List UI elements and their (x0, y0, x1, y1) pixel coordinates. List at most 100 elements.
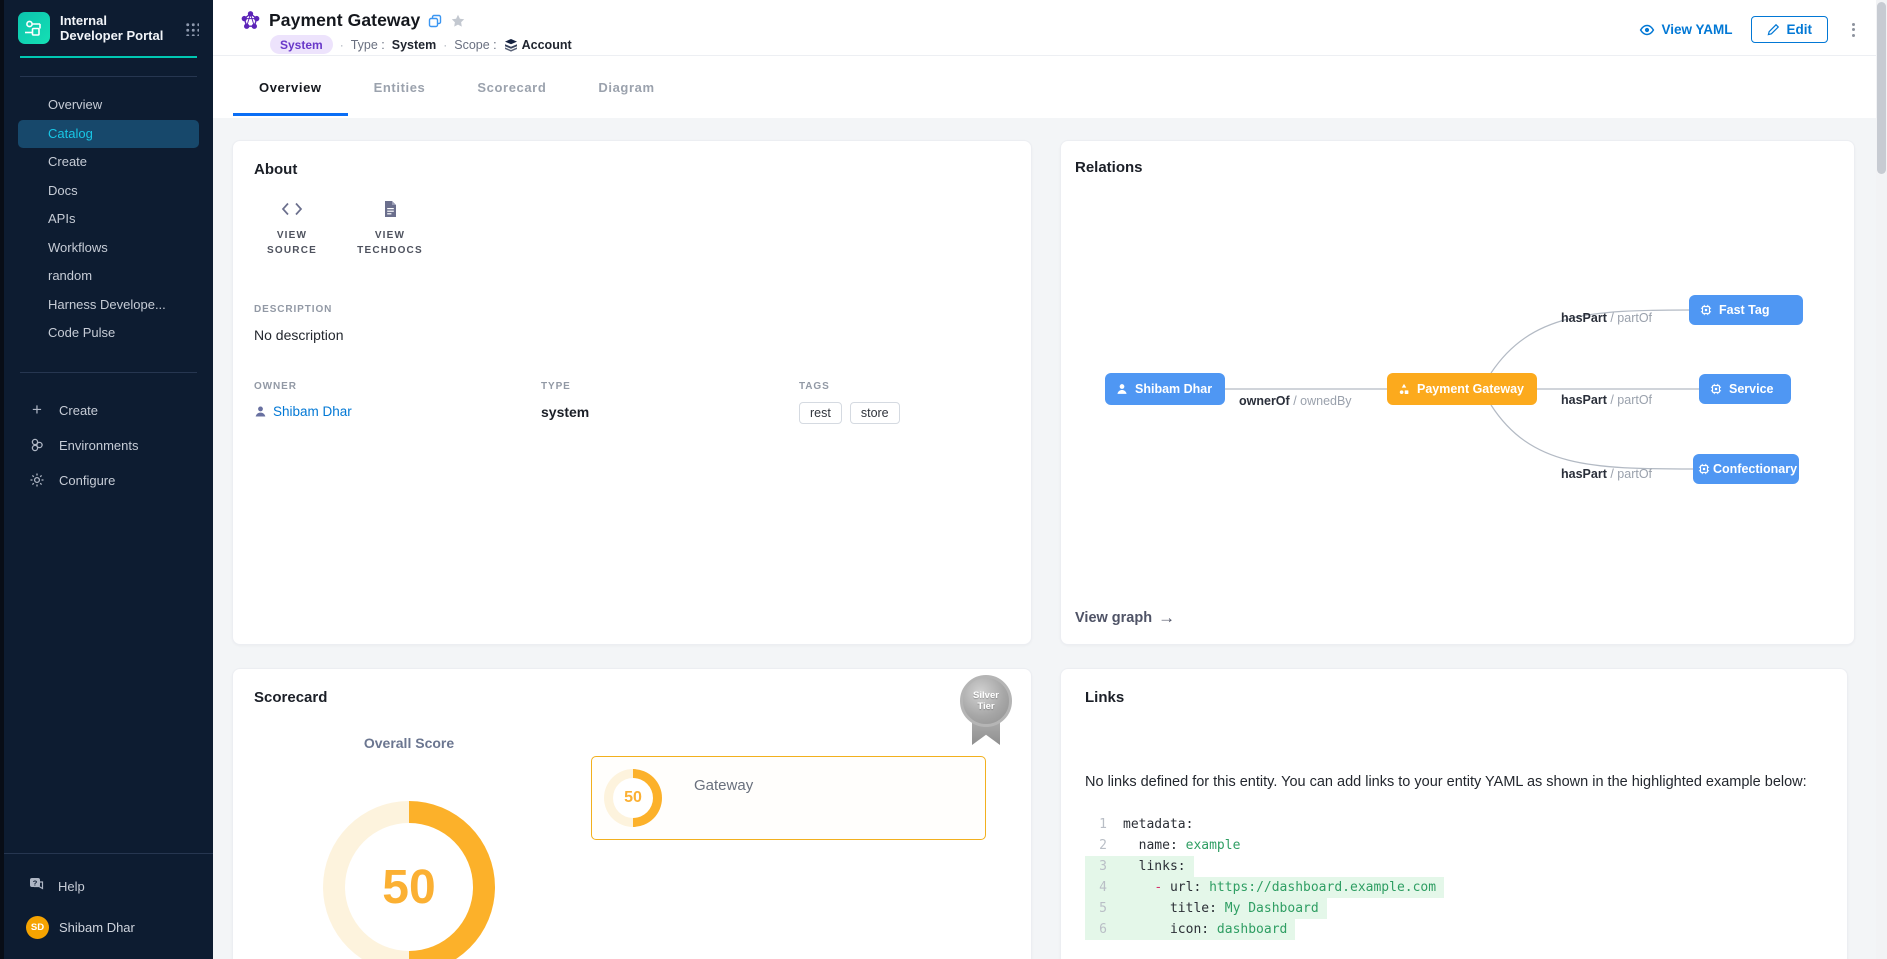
sidebar-nav: OverviewCatalogCreateDocsAPIsWorkflowsra… (4, 91, 213, 348)
tab-entities[interactable]: Entities (348, 56, 452, 118)
edge-label-haspart-2: hasPart / partOf (1561, 393, 1652, 407)
sidebar-item-create[interactable]: Create (18, 148, 199, 177)
view-techdocs-button[interactable]: VIEW TECHDOCS (352, 198, 428, 258)
links-title: Links (1085, 689, 1823, 706)
sidebar-item-apis[interactable]: APIs (18, 205, 199, 234)
relations-card: Relations Shibam Dhar (1060, 140, 1855, 645)
sidebar-environments-button[interactable]: Environments (4, 428, 213, 463)
plus-icon: + (28, 400, 46, 420)
scope-label: Scope : (454, 38, 496, 52)
sidebar-item-code-pulse[interactable]: Code Pulse (18, 319, 199, 348)
page-title: Payment Gateway (269, 10, 420, 31)
sidebar-create-button[interactable]: + Create (4, 393, 213, 428)
description-value: No description (254, 327, 1010, 343)
graph-node-payment-gateway[interactable]: Payment Gateway (1387, 373, 1537, 405)
app-grid-icon[interactable] (184, 21, 199, 36)
scorecard-title: Scorecard (254, 689, 1010, 706)
tab-scorecard[interactable]: Scorecard (451, 56, 572, 118)
code-line-3: 3 links: (1085, 856, 1823, 877)
kind-badge: System (270, 35, 333, 54)
help-icon: ? (28, 876, 45, 896)
overall-score-label: Overall Score (323, 735, 495, 751)
avatar: SD (26, 916, 49, 939)
user-menu[interactable]: SD Shibam Dhar (4, 902, 213, 959)
gateway-score-donut: 50 (604, 769, 662, 827)
person-icon (254, 405, 267, 418)
links-empty-text: No links defined for this entity. You ca… (1085, 772, 1823, 792)
sidebar-configure-button[interactable]: Configure (4, 463, 213, 498)
type-field-value: system (541, 404, 799, 420)
type-field-label: TYPE (541, 381, 799, 392)
tag-chip-store[interactable]: store (850, 402, 900, 424)
graph-node-confectionary[interactable]: Confectionary (1693, 454, 1799, 484)
sidebar-item-harness-develope[interactable]: Harness Develope... (18, 291, 199, 320)
chip-icon (1699, 303, 1713, 317)
code-line-6: 6 icon: dashboard (1085, 919, 1823, 940)
chip-icon (1709, 382, 1723, 396)
scrollbar-thumb[interactable] (1877, 2, 1886, 174)
page-scrollbar (1876, 0, 1887, 959)
edge-label-haspart-3: hasPart / partOf (1561, 467, 1652, 481)
gateway-tile-name: Gateway (694, 777, 753, 827)
owner-label: OWNER (254, 381, 541, 392)
tabbar: OverviewEntitiesScorecardDiagram (213, 56, 1887, 118)
footer-divider (4, 853, 213, 854)
logo-divider (20, 56, 197, 58)
tags-label: TAGS (799, 381, 1010, 392)
sidebar-item-overview[interactable]: Overview (18, 91, 199, 120)
circuit-icon (23, 17, 45, 39)
shapes-icon (1397, 382, 1411, 396)
about-card: About VIEW SOURCE (232, 140, 1032, 645)
about-title: About (254, 161, 1010, 178)
code-line-1: 1metadata: (1085, 814, 1823, 835)
scorecard-card: Scorecard Overall Score 50 50 Gateway Si… (232, 668, 1032, 959)
silver-tier-badge: SilverTier (959, 675, 1013, 759)
document-icon (352, 198, 428, 220)
edge-label-haspart-1: hasPart / partOf (1561, 311, 1652, 325)
pencil-icon (1767, 23, 1780, 36)
scope-value: Account (522, 38, 572, 52)
sidebar-item-docs[interactable]: Docs (18, 177, 199, 206)
graph-node-fast-tag[interactable]: Fast Tag (1689, 295, 1803, 325)
sidebar-item-random[interactable]: random (18, 262, 199, 291)
entity-header: Payment Gateway System · Type : Sys (213, 0, 1887, 56)
copy-icon[interactable] (428, 14, 442, 28)
account-icon (504, 38, 518, 52)
portal-logo-icon[interactable] (18, 12, 50, 44)
tag-chip-rest[interactable]: rest (799, 402, 842, 424)
overall-score-donut: 50 (323, 801, 495, 959)
scorecard-tile-gateway[interactable]: 50 Gateway (591, 756, 986, 840)
code-line-5: 5 title: My Dashboard (1085, 898, 1823, 919)
links-card: Links No links defined for this entity. … (1060, 668, 1848, 959)
graph-node-service[interactable]: Service (1699, 374, 1791, 404)
portal-title: Internal Developer Portal (60, 13, 170, 43)
sidebar: Internal Developer Portal OverviewCatalo… (0, 0, 213, 959)
overall-score-value: 50 (382, 860, 435, 915)
owner-link[interactable]: Shibam Dhar (254, 404, 541, 419)
star-icon[interactable] (450, 13, 466, 29)
sidebar-item-catalog[interactable]: Catalog (18, 120, 199, 149)
view-yaml-button[interactable]: View YAML (1639, 22, 1732, 38)
code-line-4: 4 - url: https://dashboard.example.com (1085, 877, 1823, 898)
graph-node-shibam-dhar[interactable]: Shibam Dhar (1105, 373, 1225, 405)
tags-row: rest store (799, 402, 1010, 424)
svg-text:?: ? (33, 879, 38, 888)
code-icon (254, 198, 330, 220)
content: About VIEW SOURCE (213, 118, 1887, 959)
gateway-score-value: 50 (624, 789, 642, 807)
description-label: DESCRIPTION (254, 304, 1010, 315)
edit-button[interactable]: Edit (1751, 16, 1829, 43)
tab-overview[interactable]: Overview (233, 56, 348, 118)
tab-diagram[interactable]: Diagram (572, 56, 680, 118)
type-label: Type : (351, 38, 385, 52)
badge-medal: SilverTier (960, 675, 1012, 727)
more-options-icon[interactable] (1846, 19, 1861, 41)
view-source-button[interactable]: VIEW SOURCE (254, 198, 330, 258)
eye-icon (1639, 22, 1655, 38)
view-graph-link[interactable]: View graph → (1075, 608, 1175, 628)
person-icon (1115, 382, 1129, 396)
chip-icon (1697, 462, 1711, 476)
type-value: System (392, 38, 436, 52)
help-button[interactable]: ? Help (4, 870, 213, 902)
sidebar-item-workflows[interactable]: Workflows (18, 234, 199, 263)
